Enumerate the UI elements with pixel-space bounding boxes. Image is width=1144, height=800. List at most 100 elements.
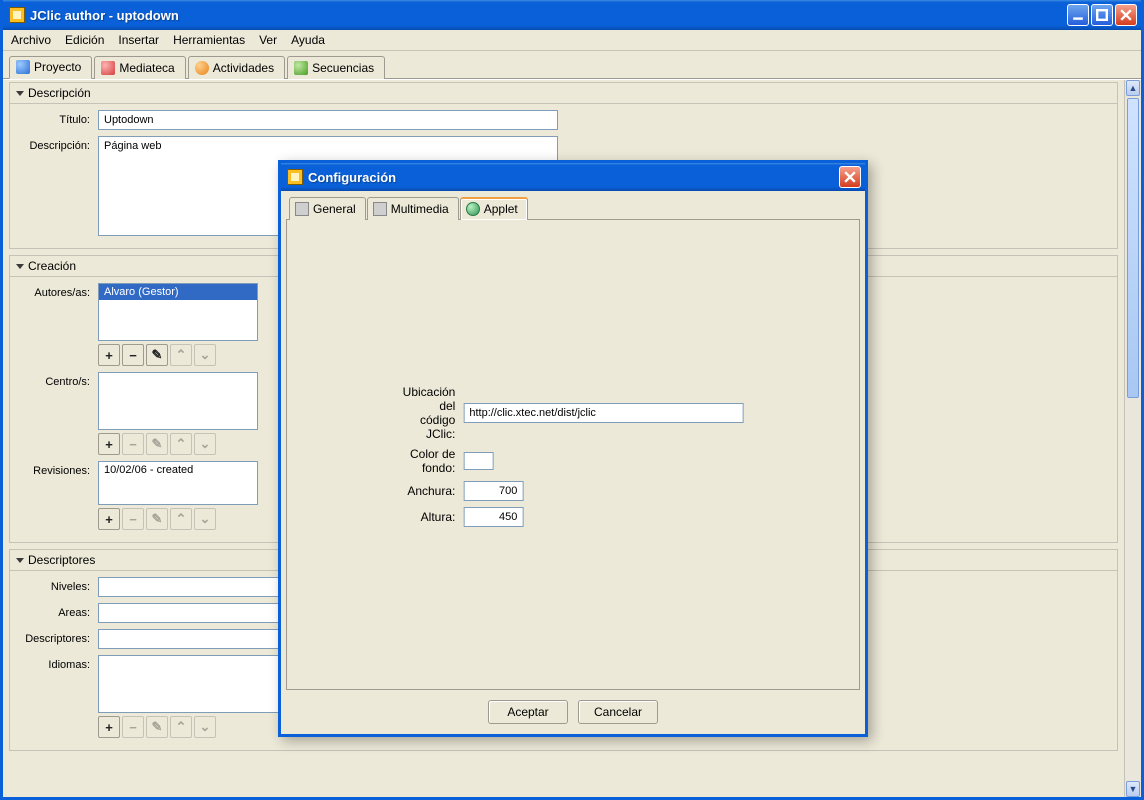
menu-herramientas[interactable]: Herramientas [173, 33, 245, 47]
main-titlebar: JClic author - uptodown [3, 0, 1141, 30]
tab-mediateca-label: Mediateca [119, 61, 174, 75]
niveles-label: Niveles: [18, 577, 98, 593]
move-up-button[interactable]: ⌃ [170, 433, 192, 455]
ok-button[interactable]: Aceptar [488, 700, 568, 724]
chevron-up-icon: ⌃ [176, 347, 187, 363]
anchura-label: Anchura: [403, 484, 456, 498]
mediateca-icon [101, 61, 115, 75]
move-down-button[interactable]: ⌄ [194, 433, 216, 455]
chevron-down-icon: ⌄ [200, 511, 211, 527]
move-down-button[interactable]: ⌄ [194, 344, 216, 366]
tab-secuencias[interactable]: Secuencias [287, 56, 385, 79]
revisiones-label: Revisiones: [18, 461, 98, 477]
list-item[interactable]: 10/02/06 - created [99, 462, 257, 478]
menu-edicion[interactable]: Edición [65, 33, 104, 47]
move-down-button[interactable]: ⌄ [194, 508, 216, 530]
add-idioma-button[interactable]: + [98, 716, 120, 738]
menu-archivo[interactable]: Archivo [11, 33, 51, 47]
scroll-thumb[interactable] [1127, 98, 1139, 398]
revisiones-listbox[interactable]: 10/02/06 - created [98, 461, 258, 505]
tab-proyecto[interactable]: Proyecto [9, 56, 92, 79]
tab-mediateca[interactable]: Mediateca [94, 56, 185, 79]
tab-secuencias-label: Secuencias [312, 61, 374, 75]
edit-idioma-button[interactable]: ✎ [146, 716, 168, 738]
remove-centro-button[interactable]: − [122, 433, 144, 455]
menu-ver[interactable]: Ver [259, 33, 277, 47]
chevron-down-icon: ⌄ [200, 347, 211, 363]
remove-revision-button[interactable]: − [122, 508, 144, 530]
move-up-button[interactable]: ⌃ [170, 716, 192, 738]
dialog-title: Configuración [308, 170, 839, 185]
edit-centro-button[interactable]: ✎ [146, 433, 168, 455]
tab-proyecto-label: Proyecto [34, 60, 81, 74]
applet-icon [466, 202, 480, 216]
vertical-scrollbar[interactable]: ▲ ▼ [1124, 80, 1141, 797]
group-title-creacion: Creación [28, 259, 76, 273]
edit-author-button[interactable]: ✎ [146, 344, 168, 366]
actividades-icon [195, 61, 209, 75]
main-tabstrip: Proyecto Mediateca Actividades Secuencia… [3, 51, 1141, 79]
dialog-titlebar: Configuración [281, 163, 865, 191]
multimedia-icon [373, 202, 387, 216]
color-label: Color de fondo: [403, 447, 456, 475]
edit-icon: ✎ [152, 719, 163, 735]
remove-idioma-button[interactable]: − [122, 716, 144, 738]
add-centro-button[interactable]: + [98, 433, 120, 455]
edit-icon: ✎ [152, 436, 163, 452]
move-down-button[interactable]: ⌄ [194, 716, 216, 738]
close-button[interactable] [1115, 4, 1137, 26]
menu-ayuda[interactable]: Ayuda [291, 33, 325, 47]
altura-input[interactable] [463, 507, 523, 527]
app-icon [9, 7, 25, 23]
tab-actividades[interactable]: Actividades [188, 56, 285, 79]
chevron-up-icon: ⌃ [176, 719, 187, 735]
move-up-button[interactable]: ⌃ [170, 508, 192, 530]
group-header-descripcion[interactable]: Descripción [10, 83, 1117, 104]
autores-listbox[interactable]: Alvaro (Gestor) [98, 283, 258, 341]
add-revision-button[interactable]: + [98, 508, 120, 530]
anchura-input[interactable] [463, 481, 523, 501]
descripcion-label: Descripción: [18, 136, 98, 152]
dialog-tab-pane: Ubicación del código JClic: Color de fon… [286, 220, 860, 690]
color-swatch-button[interactable] [463, 452, 493, 470]
edit-revision-button[interactable]: ✎ [146, 508, 168, 530]
ubicacion-label: Ubicación del código JClic: [403, 385, 456, 441]
titulo-label: Título: [18, 110, 98, 126]
ubicacion-input[interactable] [463, 403, 743, 423]
centros-label: Centro/s: [18, 372, 98, 388]
dialog-icon [287, 169, 303, 185]
centros-listbox[interactable] [98, 372, 258, 430]
collapse-icon [16, 558, 24, 563]
collapse-icon [16, 264, 24, 269]
titulo-input[interactable] [98, 110, 558, 130]
move-up-button[interactable]: ⌃ [170, 344, 192, 366]
group-title-descripcion: Descripción [28, 86, 91, 100]
dialog-tab-multimedia[interactable]: Multimedia [367, 197, 459, 220]
scroll-up-button[interactable]: ▲ [1126, 80, 1140, 96]
maximize-button[interactable] [1091, 4, 1113, 26]
menu-insertar[interactable]: Insertar [118, 33, 159, 47]
remove-author-button[interactable]: − [122, 344, 144, 366]
chevron-up-icon: ⌃ [176, 436, 187, 452]
tab-actividades-label: Actividades [213, 61, 274, 75]
minimize-button[interactable] [1067, 4, 1089, 26]
menubar: Archivo Edición Insertar Herramientas Ve… [3, 30, 1141, 51]
dialog-tab-applet[interactable]: Applet [460, 197, 528, 220]
autores-label: Autores/as: [18, 283, 98, 299]
dialog-tab-multimedia-label: Multimedia [391, 202, 449, 216]
secuencias-icon [294, 61, 308, 75]
cancel-button[interactable]: Cancelar [578, 700, 658, 724]
config-dialog: Configuración General Multimedia Applet [278, 160, 868, 737]
dialog-close-button[interactable] [839, 166, 861, 188]
dialog-tab-general[interactable]: General [289, 197, 366, 220]
collapse-icon [16, 91, 24, 96]
dialog-tab-applet-label: Applet [484, 202, 518, 216]
scroll-down-button[interactable]: ▼ [1126, 781, 1140, 797]
window-title: JClic author - uptodown [30, 8, 1067, 23]
altura-label: Altura: [403, 510, 456, 524]
add-author-button[interactable]: + [98, 344, 120, 366]
edit-icon: ✎ [152, 511, 163, 527]
general-icon [295, 202, 309, 216]
list-item[interactable]: Alvaro (Gestor) [99, 284, 257, 300]
group-title-descriptores: Descriptores [28, 553, 95, 567]
